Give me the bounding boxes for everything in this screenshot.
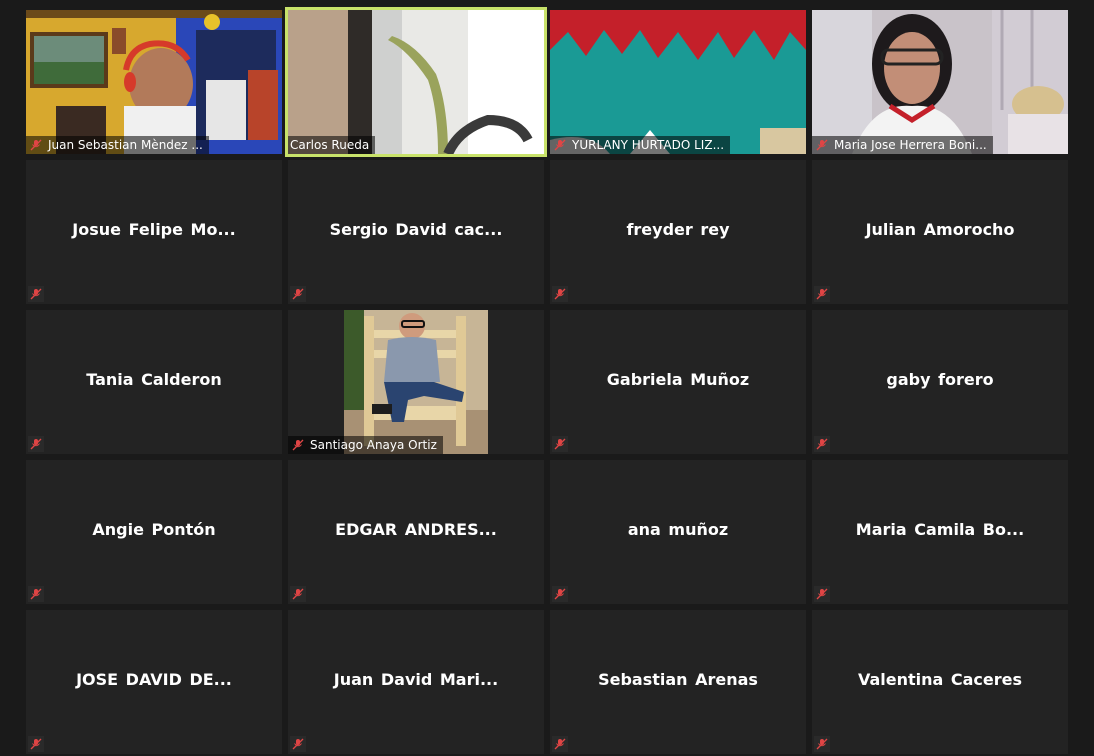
participant-name: Gabriela Muñoz <box>606 370 750 389</box>
mic-muted-icon <box>28 286 44 302</box>
participant-name: Carlos Rueda <box>290 138 370 152</box>
profile-photo <box>344 310 488 454</box>
mic-muted-icon <box>552 286 568 302</box>
participant-tile[interactable]: freyder rey <box>550 160 806 304</box>
participant-name: Valentina Caceres <box>857 670 1023 689</box>
mic-muted-icon <box>552 586 568 602</box>
participant-name: Sergio David cac... <box>329 220 503 239</box>
participant-video-feed <box>288 10 544 154</box>
participant-tile[interactable]: JOSE DAVID DE... <box>26 610 282 754</box>
participant-name: freyder rey <box>626 220 730 239</box>
participant-name-bar: Maria Jose Herrera Boni... <box>812 136 993 154</box>
participant-name: Sebastian Arenas <box>598 670 758 689</box>
participant-name: Juan Sebastian Mèndez ... <box>48 138 203 152</box>
mic-muted-icon <box>814 286 830 302</box>
mic-muted-icon <box>552 736 568 752</box>
participant-video-feed <box>812 10 1068 154</box>
participant-tile-video[interactable]: Juan Sebastian Mèndez ... <box>26 10 282 154</box>
video-gallery: Juan Sebastian Mèndez ... Carlos Rueda Y… <box>0 0 1094 756</box>
participant-name: Maria Camila Bo... <box>855 520 1025 539</box>
participant-name: JOSE DAVID DE... <box>76 670 232 689</box>
participant-tile[interactable]: Juan David Mari... <box>288 610 544 754</box>
participant-name-bar: YURLANY HURTADO LIZ... <box>550 136 731 154</box>
mic-muted-icon <box>552 137 568 153</box>
participant-tile[interactable]: Gabriela Muñoz <box>550 310 806 454</box>
participant-name: Julian Amorocho <box>865 220 1015 239</box>
mic-muted-icon <box>28 736 44 752</box>
participant-tile[interactable]: Angie Pontón <box>26 460 282 604</box>
participant-name-bar: Carlos Rueda <box>288 136 376 154</box>
mic-muted-icon <box>290 437 306 453</box>
participant-name: Tania Calderon <box>86 370 222 389</box>
participant-name: YURLANY HURTADO LIZ... <box>572 138 725 152</box>
participant-name: Josue Felipe Mo... <box>72 220 236 239</box>
participant-name: Maria Jose Herrera Boni... <box>834 138 987 152</box>
participant-video-feed <box>26 10 282 154</box>
participant-name-bar: Santiago Anaya Ortiz <box>288 436 443 454</box>
participant-name: EDGAR ANDRES... <box>335 520 497 539</box>
participant-tile[interactable]: Maria Camila Bo... <box>812 460 1068 604</box>
mic-muted-icon <box>28 137 44 153</box>
participant-name-bar: Juan Sebastian Mèndez ... <box>26 136 209 154</box>
participant-tile[interactable]: gaby forero <box>812 310 1068 454</box>
participant-tile[interactable]: Tania Calderon <box>26 310 282 454</box>
mic-muted-icon <box>28 586 44 602</box>
mic-muted-icon <box>814 436 830 452</box>
participant-tile-video[interactable]: YURLANY HURTADO LIZ... <box>550 10 806 154</box>
participant-tile-profile-photo[interactable]: Santiago Anaya Ortiz <box>288 310 544 454</box>
mic-muted-icon <box>814 586 830 602</box>
participant-name: Santiago Anaya Ortiz <box>310 438 437 452</box>
mic-muted-icon <box>814 137 830 153</box>
participant-tile-video-active-speaker[interactable]: Carlos Rueda <box>285 7 547 157</box>
participant-tile[interactable]: Valentina Caceres <box>812 610 1068 754</box>
participant-tile[interactable]: ana muñoz <box>550 460 806 604</box>
mic-muted-icon <box>814 736 830 752</box>
participant-tile[interactable]: EDGAR ANDRES... <box>288 460 544 604</box>
participant-name: Juan David Mari... <box>333 670 499 689</box>
participant-tile[interactable]: Julian Amorocho <box>812 160 1068 304</box>
participant-tile-video[interactable]: Maria Jose Herrera Boni... <box>812 10 1068 154</box>
participant-name: gaby forero <box>886 370 994 389</box>
participant-tile[interactable]: Josue Felipe Mo... <box>26 160 282 304</box>
participant-tile[interactable]: Sebastian Arenas <box>550 610 806 754</box>
mic-muted-icon <box>290 286 306 302</box>
participant-name: ana muñoz <box>627 520 729 539</box>
mic-muted-icon <box>28 436 44 452</box>
participant-name: Angie Pontón <box>92 520 216 539</box>
participant-video-feed <box>550 10 806 154</box>
participant-tile[interactable]: Sergio David cac... <box>288 160 544 304</box>
mic-muted-icon <box>552 436 568 452</box>
mic-muted-icon <box>290 586 306 602</box>
mic-muted-icon <box>290 736 306 752</box>
